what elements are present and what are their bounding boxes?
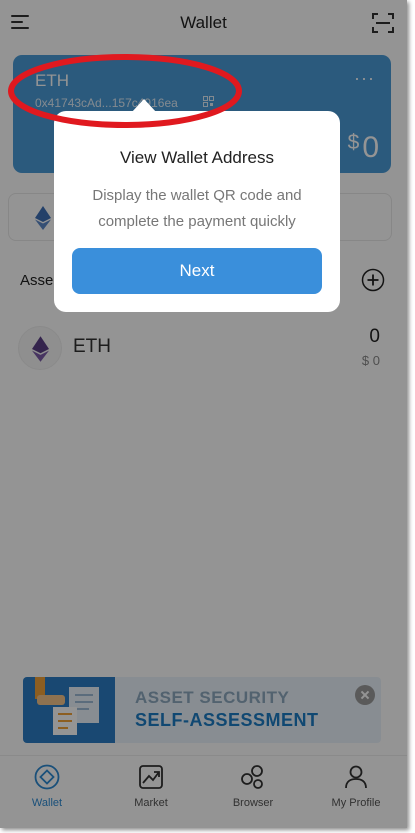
app-screen: Wallet ETH 0x41743cAd...157c4916ea ··· $… [0,0,407,828]
annotation-ellipse [8,54,242,128]
next-button[interactable]: Next [72,248,322,294]
